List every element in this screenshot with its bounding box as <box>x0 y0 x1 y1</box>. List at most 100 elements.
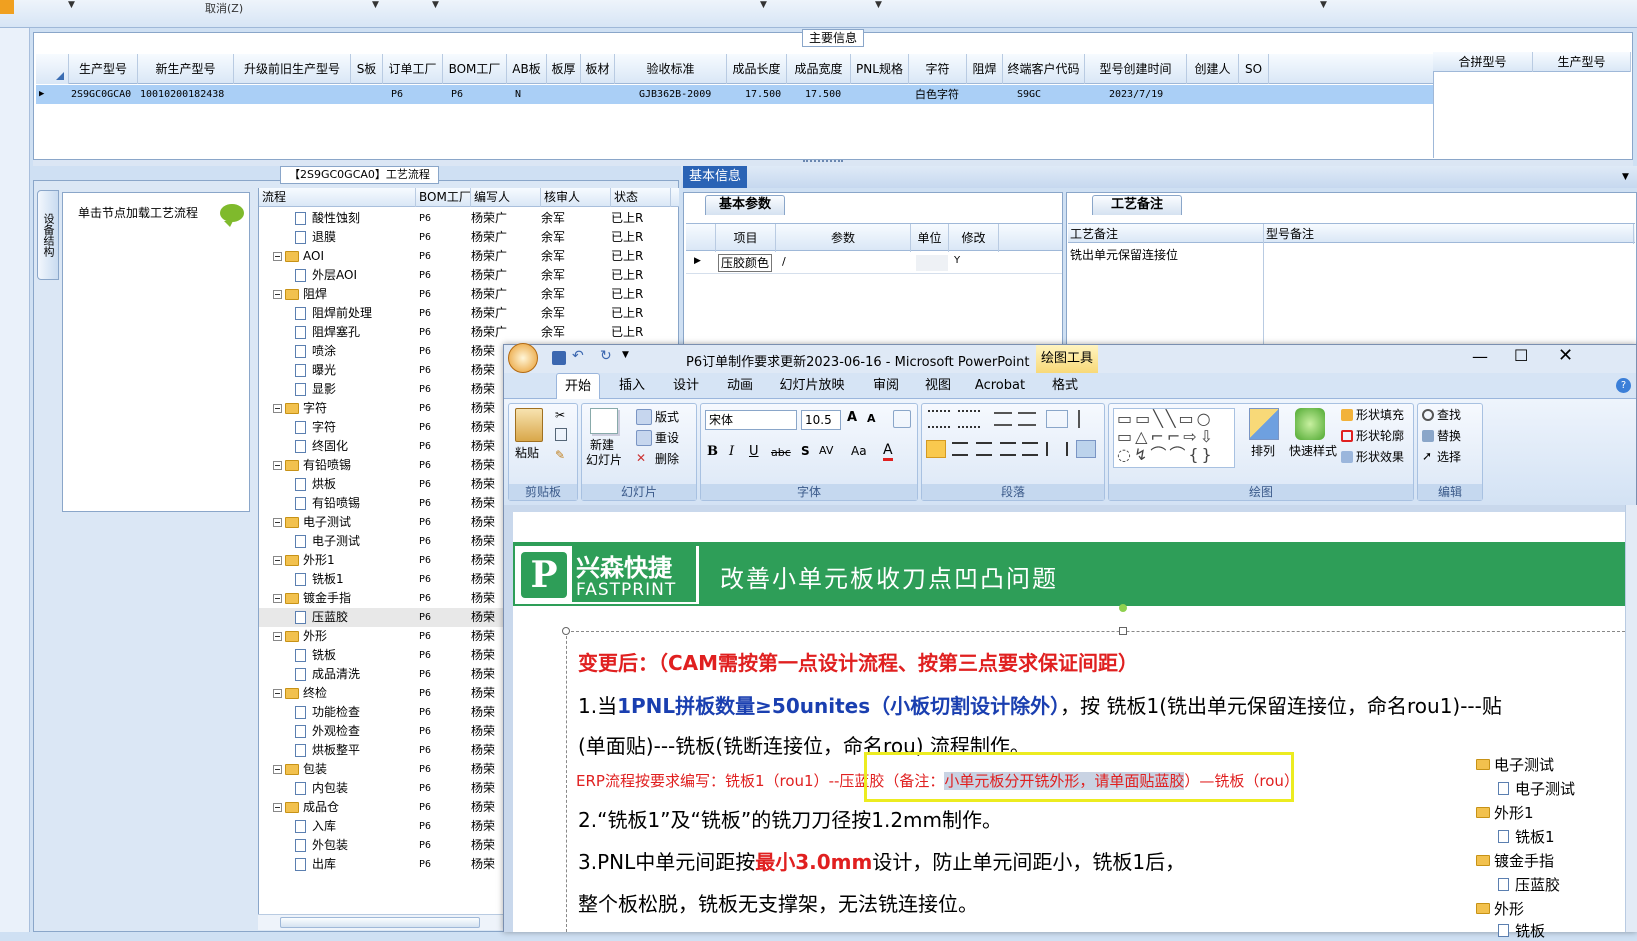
bom-factory-cell[interactable]: P6 <box>419 380 471 399</box>
minimize-icon[interactable]: — <box>1472 347 1488 366</box>
select-button[interactable]: ➚ 选择 <box>1422 448 1461 465</box>
tab-animation[interactable]: 动画 <box>718 373 762 399</box>
resize-handle[interactable] <box>1119 627 1127 635</box>
bullets-icon[interactable] <box>928 410 950 428</box>
distribute-icon[interactable] <box>1022 442 1038 456</box>
collapse-icon[interactable] <box>273 765 282 774</box>
bom-factory-cell[interactable]: P6 <box>419 418 471 437</box>
tree-leaf-row[interactable]: 外层AOI P6 杨荣广 余军 已上R <box>259 266 679 285</box>
tree-node-name[interactable]: 出库 <box>295 855 416 874</box>
bom-factory-cell[interactable]: P6 <box>419 779 471 798</box>
collapse-icon[interactable] <box>273 290 282 299</box>
bom-factory-cell[interactable]: P6 <box>419 361 471 380</box>
col-header[interactable]: 订单工厂 <box>383 54 443 84</box>
tree-node-name[interactable]: 镀金手指 <box>273 589 416 608</box>
dropdown-arrow-icon[interactable]: ▼ <box>372 0 379 10</box>
col-header[interactable]: 状态 <box>611 188 671 207</box>
change-case-icon[interactable]: Aa <box>851 444 867 458</box>
tree-node-name[interactable]: 内包装 <box>295 779 416 798</box>
tree-node-name[interactable]: 酸性蚀刻 <box>295 209 416 228</box>
collapse-icon[interactable] <box>273 803 282 812</box>
status-cell[interactable]: 已上R <box>611 304 671 323</box>
bom-factory-cell[interactable]: P6 <box>419 703 471 722</box>
reviewer-cell[interactable]: 余军 <box>541 228 609 247</box>
col-header[interactable]: 升级前旧生产型号 <box>234 54 351 84</box>
col-header[interactable]: 流程 <box>259 188 416 207</box>
bom-factory-cell[interactable]: P6 <box>419 209 471 228</box>
font-name-select[interactable]: 宋体 <box>705 410 797 430</box>
col-header[interactable]: 单位 <box>911 224 949 252</box>
col-header[interactable]: 参数 <box>776 224 911 252</box>
collapse-icon[interactable] <box>273 594 282 603</box>
bom-factory-cell[interactable]: P6 <box>419 437 471 456</box>
cell[interactable]: 2023/7/19 <box>1085 85 1187 104</box>
tree-node-name[interactable]: 外包装 <box>295 836 416 855</box>
tree-node-name[interactable]: 终固化 <box>295 437 416 456</box>
save-icon[interactable] <box>552 351 566 365</box>
tree-node-name[interactable]: 曝光 <box>295 361 416 380</box>
collapse-icon[interactable] <box>273 632 282 641</box>
status-cell[interactable]: 已上R <box>611 323 671 342</box>
cancel-label[interactable]: 取消(Z) <box>205 0 243 16</box>
dropdown-arrow-icon[interactable]: ▼ <box>1320 0 1327 10</box>
decrease-indent-icon[interactable] <box>994 412 1012 426</box>
col-header[interactable]: 生产型号 <box>1533 52 1631 72</box>
maximize-icon[interactable]: ☐ <box>1514 346 1528 365</box>
author-cell[interactable]: 杨荣广 <box>471 228 539 247</box>
tree-leaf-row[interactable]: 阻焊前处理 P6 杨荣广 余军 已上R <box>259 304 679 323</box>
tree-node-name[interactable]: 喷涂 <box>295 342 416 361</box>
table-row[interactable]: ▶ 压胶颜色 / Y <box>686 252 1062 274</box>
find-button[interactable]: 查找 <box>1422 406 1461 423</box>
tree-folder-row[interactable]: 阻焊 P6 杨荣广 余军 已上R <box>259 285 679 304</box>
reviewer-cell[interactable]: 余军 <box>541 209 609 228</box>
bom-factory-cell[interactable]: P6 <box>419 399 471 418</box>
col-header[interactable]: 成品长度 <box>727 54 787 84</box>
undo-icon[interactable]: ↶ <box>572 348 584 364</box>
clear-format-icon[interactable] <box>893 410 911 428</box>
bom-factory-cell[interactable]: P6 <box>419 570 471 589</box>
tab-acrobat[interactable]: Acrobat <box>970 373 1030 399</box>
bom-factory-cell[interactable]: P6 <box>419 532 471 551</box>
tree-node-name[interactable]: 烘板 <box>295 475 416 494</box>
bom-factory-cell[interactable]: P6 <box>419 513 471 532</box>
bom-factory-cell[interactable]: P6 <box>419 589 471 608</box>
bom-factory-cell[interactable]: P6 <box>419 342 471 361</box>
cell[interactable]: 10010200182438 <box>138 85 234 104</box>
tree-node-name[interactable]: 有铅喷锡 <box>295 494 416 513</box>
tree-node-name[interactable]: 电子测试 <box>295 532 416 551</box>
bom-factory-cell[interactable]: P6 <box>419 684 471 703</box>
param-cell[interactable]: / <box>782 255 786 268</box>
resize-handle[interactable] <box>562 627 570 635</box>
tree-folder-row[interactable]: AOI P6 杨荣广 余军 已上R <box>259 247 679 266</box>
arrange-button[interactable]: 排列 <box>1251 442 1275 459</box>
status-cell[interactable]: 已上R <box>611 247 671 266</box>
tab-basic-params[interactable]: 基本参数 <box>705 195 785 215</box>
tree-node-name[interactable]: 阻焊前处理 <box>295 304 416 323</box>
reviewer-cell[interactable]: 余军 <box>541 247 609 266</box>
col-header[interactable]: BOM工厂 <box>416 188 471 207</box>
scrollbar-thumb[interactable] <box>280 917 480 928</box>
cell[interactable]: 17.500 <box>727 85 787 104</box>
col-header[interactable]: SO <box>1239 54 1269 84</box>
col-header[interactable]: 项目 <box>716 224 776 252</box>
bom-factory-cell[interactable]: P6 <box>419 228 471 247</box>
col-header[interactable]: 生产型号 <box>69 54 138 84</box>
bom-factory-cell[interactable]: P6 <box>419 817 471 836</box>
bom-factory-cell[interactable]: P6 <box>419 323 471 342</box>
tree-node-name[interactable]: 包装 <box>273 760 416 779</box>
tree-node-name[interactable]: 字符 <box>273 399 416 418</box>
col-header[interactable]: 阻焊 <box>967 54 1003 84</box>
tree-node-name[interactable]: 成品仓 <box>273 798 416 817</box>
arrange-icon[interactable] <box>1249 408 1279 440</box>
col-header[interactable]: 修改 <box>949 224 999 252</box>
cut-icon[interactable]: ✂ <box>555 408 565 422</box>
collapse-icon[interactable] <box>273 404 282 413</box>
collapse-icon[interactable] <box>273 252 282 261</box>
slide-vertical-scrollbar[interactable] <box>1625 505 1637 932</box>
cell[interactable]: N <box>507 85 547 104</box>
bom-factory-cell[interactable]: P6 <box>419 608 471 627</box>
bom-factory-cell[interactable]: P6 <box>419 798 471 817</box>
col-header[interactable]: 新生产型号 <box>138 54 234 84</box>
tree-node-name[interactable]: 字符 <box>295 418 416 437</box>
chevron-down-icon[interactable]: ▼ <box>1622 172 1629 182</box>
